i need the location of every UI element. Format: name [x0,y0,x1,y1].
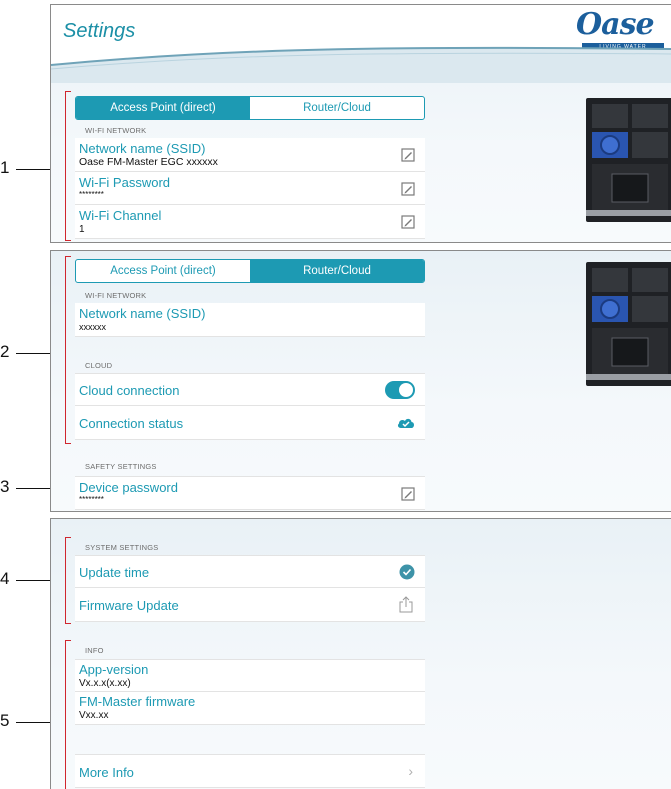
wifi-channel-label: Wi-Fi Channel [79,208,162,223]
callout-bracket-1 [65,91,71,241]
more-info-row[interactable]: More Info › [75,754,425,788]
callout-number: 5 [0,711,10,730]
tab-router-cloud[interactable]: Router/Cloud [250,97,424,119]
ssid-value: Oase FM-Master EGC xxxxxx [79,156,218,168]
firmware-update-row[interactable]: Firmware Update [75,588,425,622]
app-version-value: Vx.x.x(x.xx) [79,678,131,689]
section-wifi-network: WI-FI NETWORK [85,126,147,135]
fm-firmware-label: FM-Master firmware [79,694,196,709]
ssid-label: Network name (SSID) [79,141,206,156]
connection-status-label: Connection status [79,416,184,431]
callout-number: 1 [0,158,10,177]
more-info-label: More Info [79,765,134,780]
fm-firmware-value: Vxx.xx [79,710,109,721]
clock-check-icon [399,564,415,580]
cloud-connection-label: Cloud connection [79,383,180,398]
cloud-check-icon [397,418,415,428]
settings-screen-access-point: Settings Oase LIVING WATER Access Point … [50,4,671,243]
callout-number: 4 [0,569,10,588]
tab-access-point[interactable]: Access Point (direct) [76,260,250,282]
edit-icon[interactable] [401,182,415,196]
edit-icon[interactable] [401,487,415,501]
wifi-channel-value: 1 [79,224,85,235]
callout-bracket-5 [65,640,71,789]
settings-screen-system-info: SYSTEM SETTINGS Update time Firmware Upd… [50,518,671,789]
ssid-row[interactable]: Network name (SSID) xxxxxx [75,303,425,337]
tab-access-point[interactable]: Access Point (direct) [76,97,250,119]
device-password-label: Device password [79,480,178,495]
callout-bracket-2 [65,256,71,444]
fm-master-device-image [586,98,671,222]
cloud-connection-row: Cloud connection [75,373,425,406]
connection-mode-toggle: Access Point (direct) Router/Cloud [75,96,425,120]
section-system-settings: SYSTEM SETTINGS [85,543,159,552]
device-password-row[interactable]: Device password ******** [75,476,425,510]
wifi-password-row[interactable]: Wi-Fi Password ******** [75,172,425,205]
cloud-connection-toggle[interactable] [385,381,415,399]
callout-number: 2 [0,342,10,361]
app-version-row: App-version Vx.x.x(x.xx) [75,659,425,692]
section-cloud: CLOUD [85,361,113,370]
fm-firmware-row: FM-Master firmware Vxx.xx [75,692,425,725]
section-safety-settings: SAFETY SETTINGS [85,462,157,471]
firmware-update-label: Firmware Update [79,598,179,613]
app-header: Settings Oase LIVING WATER [51,5,671,83]
section-wifi-network: WI-FI NETWORK [85,291,147,300]
update-time-row[interactable]: Update time [75,555,425,588]
callout-bracket-4 [65,537,71,624]
page-title: Settings [63,20,136,42]
edit-icon[interactable] [401,215,415,229]
ssid-label: Network name (SSID) [79,306,206,321]
ssid-row[interactable]: Network name (SSID) Oase FM-Master EGC x… [75,138,425,172]
app-version-label: App-version [79,662,149,677]
edit-icon[interactable] [401,148,415,162]
section-info: INFO [85,646,104,655]
tab-router-cloud[interactable]: Router/Cloud [250,260,424,282]
header-wave [51,46,671,83]
device-password-value: ******** [79,495,104,504]
callout-number: 3 [0,477,10,496]
update-time-label: Update time [79,565,150,580]
wifi-channel-row[interactable]: Wi-Fi Channel 1 [75,205,425,239]
connection-mode-toggle: Access Point (direct) Router/Cloud [75,259,425,283]
wifi-password-value: ******** [79,190,104,199]
settings-screen-router-cloud: Access Point (direct) Router/Cloud WI-FI… [50,250,671,512]
connection-status-row: Connection status [75,406,425,440]
wifi-password-label: Wi-Fi Password [79,175,171,190]
upload-icon [399,596,413,613]
ssid-value: xxxxxx [79,322,106,332]
fm-master-device-image [586,262,671,386]
chevron-right-icon: › [408,763,413,779]
logo-wordmark: Oase [576,7,655,42]
